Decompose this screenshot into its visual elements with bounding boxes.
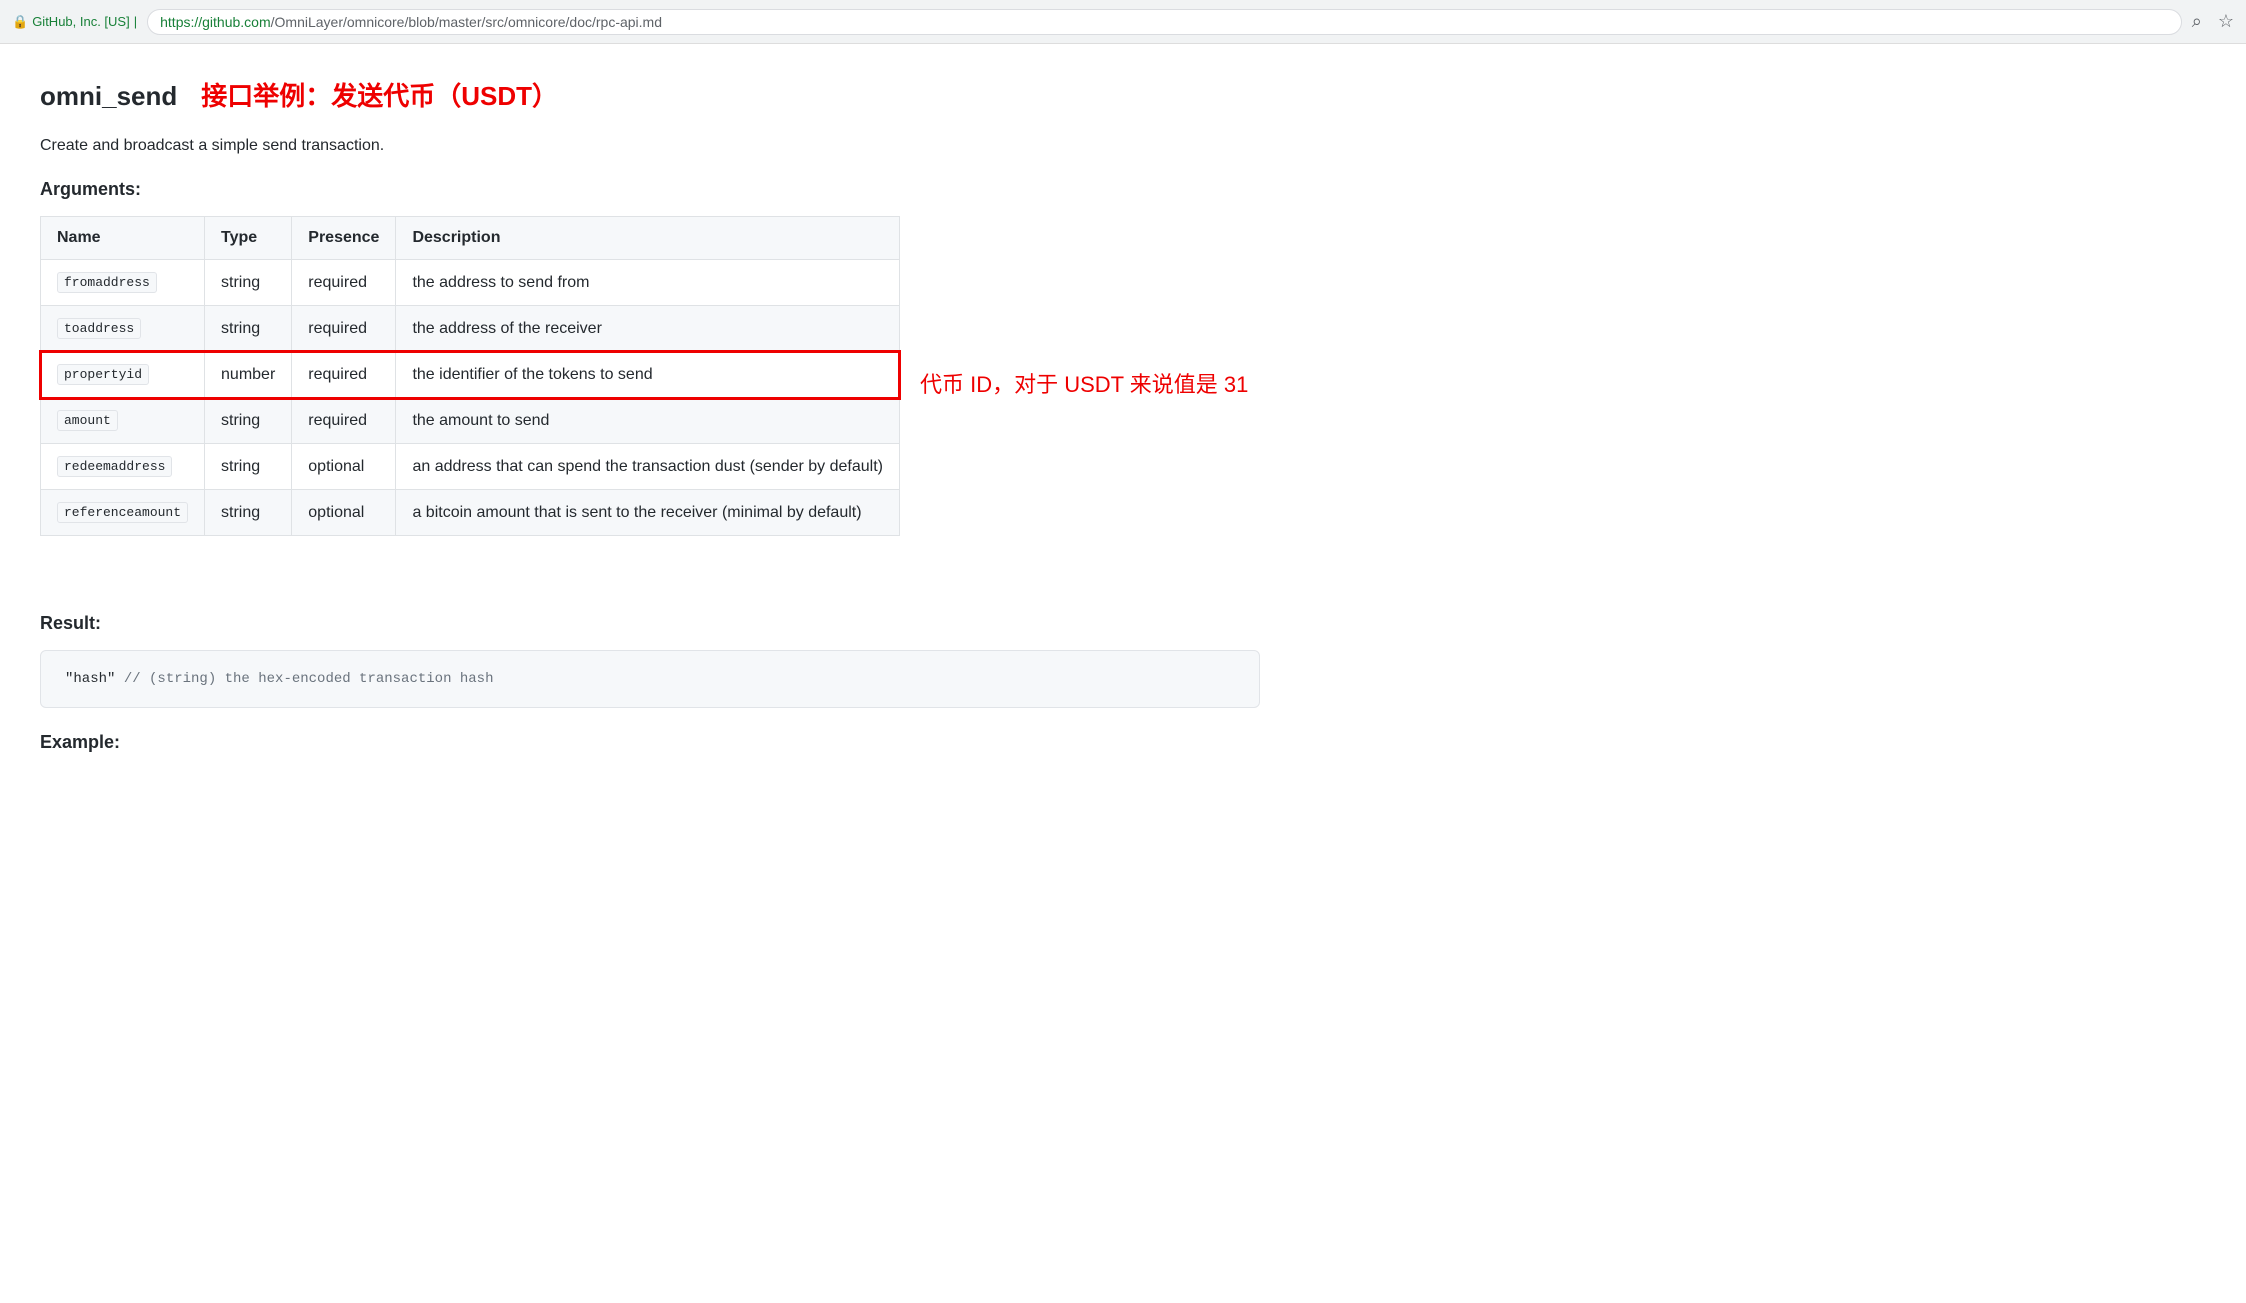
- col-type: Type: [205, 217, 292, 260]
- cell-presence: optional: [292, 444, 396, 490]
- api-subtitle: 接口举例：发送代币（USDT）: [201, 76, 558, 113]
- cell-presence: required: [292, 260, 396, 306]
- cell-name: toaddress: [41, 306, 205, 352]
- cell-description: a bitcoin amount that is sent to the rec…: [396, 490, 900, 536]
- api-name: omni_send: [40, 81, 177, 112]
- cell-type: string: [205, 306, 292, 352]
- table-row: redeemaddress string optional an address…: [41, 444, 900, 490]
- lock-icon: 🔒: [12, 14, 28, 30]
- result-section-title: Result:: [40, 613, 1260, 634]
- example-section-title: Example:: [40, 732, 1260, 753]
- arguments-section-title: Arguments:: [40, 179, 1260, 200]
- cell-description: the amount to send: [396, 398, 900, 444]
- arguments-table: Name Type Presence Description fromaddre…: [40, 216, 900, 536]
- table-row: referenceamount string optional a bitcoi…: [41, 490, 900, 536]
- table-header: Name Type Presence Description: [41, 217, 900, 260]
- result-code-comment: // (string) the hex-encoded transaction …: [124, 671, 494, 687]
- security-indicator: 🔒 GitHub, Inc. [US] |: [12, 14, 137, 30]
- browser-chrome: 🔒 GitHub, Inc. [US] | https://github.com…: [0, 0, 2246, 44]
- table-row: amount string required the amount to sen…: [41, 398, 900, 444]
- browser-action-icons: ⌕ ☆: [2192, 11, 2234, 32]
- result-code-string: "hash": [65, 671, 124, 687]
- cell-description: the address of the receiver: [396, 306, 900, 352]
- table-body: fromaddress string required the address …: [41, 260, 900, 536]
- example-section: Example:: [40, 732, 1260, 753]
- table-row-propertyid: propertyid number required the identifie…: [41, 352, 900, 398]
- url-path: /OmniLayer/omnicore/blob/master/src/omni…: [271, 14, 662, 30]
- cell-presence: required: [292, 398, 396, 444]
- table-row: fromaddress string required the address …: [41, 260, 900, 306]
- url-origin: https://github.com: [160, 14, 271, 30]
- cell-type: string: [205, 398, 292, 444]
- cell-presence: required: [292, 306, 396, 352]
- cell-description: the identifier of the tokens to send: [396, 352, 900, 398]
- col-name: Name: [41, 217, 205, 260]
- company-name: GitHub, Inc. [US]: [32, 14, 130, 29]
- result-section: Result: "hash" // (string) the hex-encod…: [40, 613, 1260, 708]
- page-content: omni_send 接口举例：发送代币（USDT） Create and bro…: [0, 44, 1300, 809]
- cell-type: string: [205, 260, 292, 306]
- col-description: Description: [396, 217, 900, 260]
- table-header-row: Name Type Presence Description: [41, 217, 900, 260]
- bookmark-icon[interactable]: ☆: [2218, 11, 2234, 32]
- search-icon[interactable]: ⌕: [2192, 11, 2202, 32]
- col-presence: Presence: [292, 217, 396, 260]
- arguments-table-wrapper: Name Type Presence Description fromaddre…: [40, 216, 900, 568]
- api-header: omni_send 接口举例：发送代币（USDT）: [40, 76, 1260, 113]
- cell-type: number: [205, 352, 292, 398]
- api-description: Create and broadcast a simple send trans…: [40, 137, 1260, 155]
- table-row: toaddress string required the address of…: [41, 306, 900, 352]
- separator: |: [134, 14, 137, 29]
- cell-name: referenceamount: [41, 490, 205, 536]
- cell-description: the address to send from: [396, 260, 900, 306]
- cell-name: fromaddress: [41, 260, 205, 306]
- cell-presence: required: [292, 352, 396, 398]
- url-bar[interactable]: https://github.com /OmniLayer/omnicore/b…: [147, 9, 2182, 35]
- cell-description: an address that can spend the transactio…: [396, 444, 900, 490]
- cell-name: amount: [41, 398, 205, 444]
- cell-type: string: [205, 444, 292, 490]
- propertyid-annotation: 代币 ID，对于 USDT 来说值是 31: [920, 367, 1248, 399]
- cell-name: propertyid: [41, 352, 205, 398]
- cell-type: string: [205, 490, 292, 536]
- cell-presence: optional: [292, 490, 396, 536]
- result-code-block: "hash" // (string) the hex-encoded trans…: [40, 650, 1260, 708]
- cell-name: redeemaddress: [41, 444, 205, 490]
